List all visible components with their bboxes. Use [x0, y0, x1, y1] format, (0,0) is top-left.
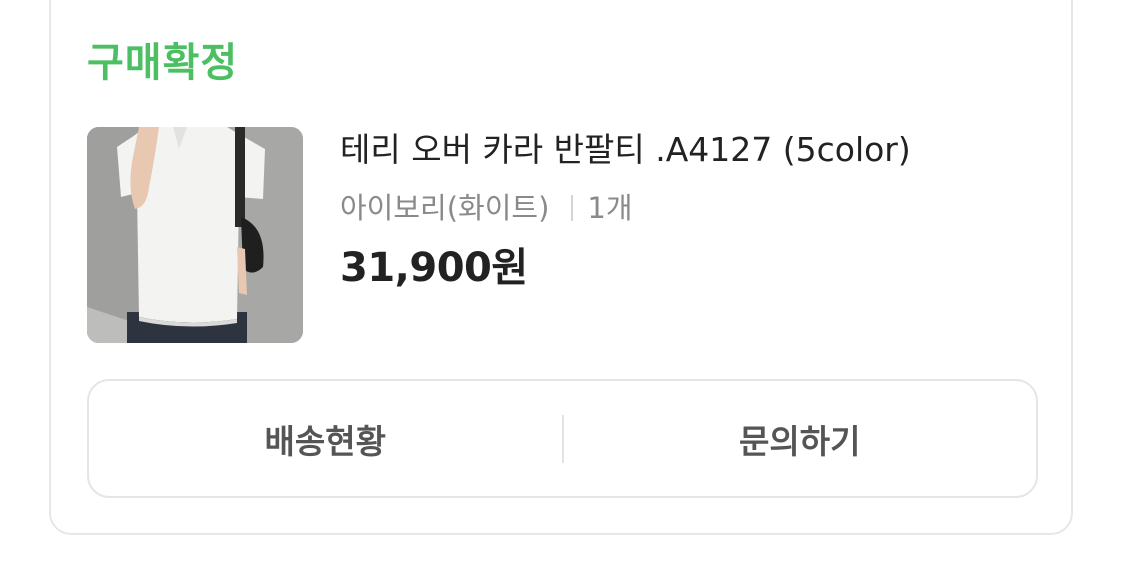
product-option: 아이보리(화이트): [340, 191, 550, 225]
order-status-label: 구매확정: [87, 40, 239, 86]
product-price: 31,900원: [340, 245, 528, 291]
product-thumbnail[interactable]: [87, 127, 303, 343]
product-photo-icon: [87, 127, 303, 343]
product-option-row: 아이보리(화이트) 1개: [340, 188, 633, 228]
shipping-status-button[interactable]: 배송현황: [89, 381, 562, 496]
product-name[interactable]: 테리 오버 카라 반팔티 .A4127 (5color): [340, 128, 911, 172]
inquiry-button[interactable]: 문의하기: [564, 381, 1037, 496]
order-action-bar: 배송현황 문의하기: [87, 379, 1038, 498]
option-separator: [571, 195, 574, 221]
product-quantity: 1개: [587, 191, 633, 225]
